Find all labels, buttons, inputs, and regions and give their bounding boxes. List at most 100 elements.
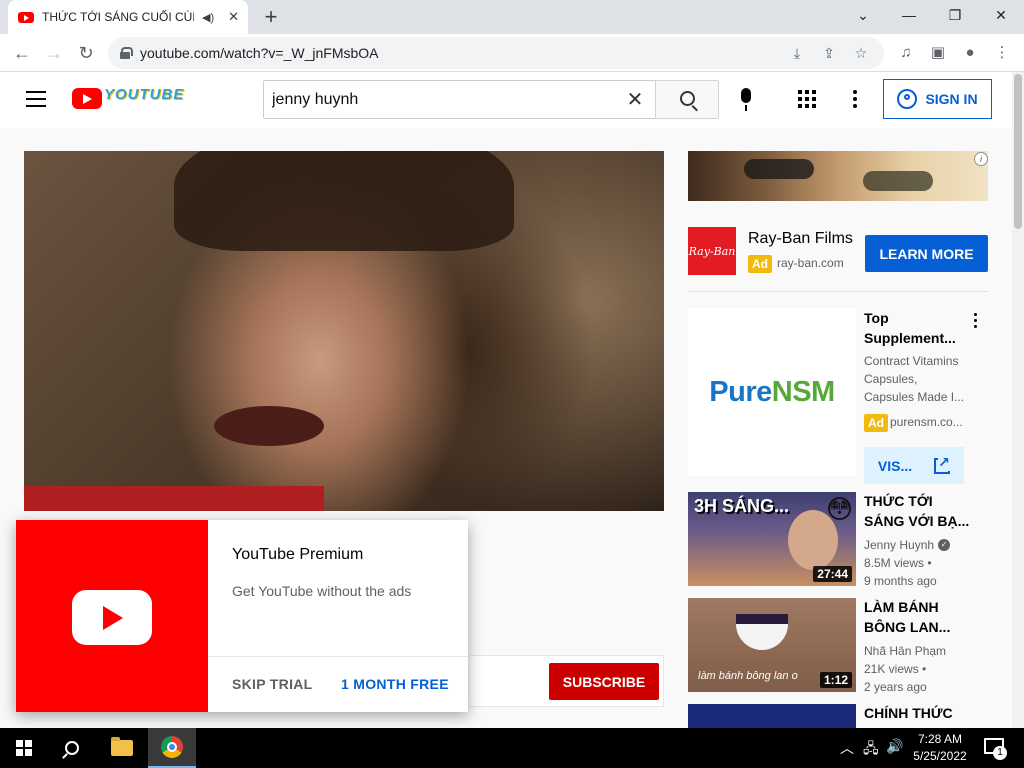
new-tab-button[interactable]: + bbox=[258, 4, 284, 30]
purensm-ad-image[interactable]: Pure NSM bbox=[688, 308, 856, 476]
visit-site-button[interactable]: VIS... bbox=[864, 447, 964, 484]
verified-check-icon: ✓ bbox=[938, 539, 951, 551]
tab-search-icon[interactable]: ⌄ bbox=[840, 0, 886, 30]
side-panel-icon[interactable]: ▣ bbox=[926, 42, 950, 64]
close-window-icon[interactable]: ✕ bbox=[978, 0, 1024, 30]
restore-icon[interactable]: ❐ bbox=[932, 0, 978, 30]
tab-close-icon[interactable]: ✕ bbox=[228, 9, 239, 25]
video-frame-hair bbox=[174, 151, 514, 251]
media-control-icon[interactable]: ♫ bbox=[894, 42, 918, 64]
video-duration: 1:12 bbox=[819, 672, 852, 688]
video-views: 8.5M views • bbox=[864, 556, 932, 570]
youtube-favicon-icon bbox=[18, 11, 34, 23]
page-scrollbar[interactable] bbox=[1012, 72, 1024, 728]
scrollbar-thumb[interactable] bbox=[1014, 74, 1022, 229]
search-box[interactable]: ✕ bbox=[263, 80, 656, 119]
install-app-icon[interactable]: ⤓ bbox=[786, 45, 808, 62]
visit-label: VIS... bbox=[877, 457, 913, 474]
ad-card-description: Contract Vitamins Capsules, Capsules Mad… bbox=[864, 354, 965, 404]
search-input[interactable] bbox=[272, 90, 623, 109]
address-bar[interactable]: youtube.com/watch?v=_W_jnFMsbOA ⤓ ⇪ ☆ bbox=[108, 37, 884, 69]
tab-title: THỨC TỚI SÁNG CUỐI CÙNG bbox=[42, 10, 194, 24]
skip-trial-button[interactable]: SKIP TRIAL bbox=[232, 676, 313, 692]
advertiser-name[interactable]: Ray-Ban Films bbox=[748, 230, 853, 248]
video-thumbnail[interactable]: 3H SÁNG... 😳 27:44 bbox=[688, 492, 856, 586]
forward-icon[interactable]: → bbox=[40, 39, 68, 67]
windows-taskbar: ︿ 🖧 🔊 7:28 AM 5/25/2022 1 bbox=[0, 728, 1024, 768]
search-icon bbox=[680, 91, 695, 106]
start-button[interactable] bbox=[0, 728, 48, 768]
ad-card-menu-icon[interactable] bbox=[974, 313, 978, 329]
section-divider bbox=[688, 291, 988, 292]
channel-name: Jenny Huynh bbox=[864, 538, 935, 552]
hamburger-menu-icon[interactable] bbox=[26, 91, 46, 107]
video-player[interactable] bbox=[24, 151, 664, 511]
taskbar-search-button[interactable] bbox=[48, 728, 96, 768]
ad-badge: Ad bbox=[864, 414, 888, 432]
chrome-icon bbox=[161, 736, 183, 758]
profile-icon[interactable]: ● bbox=[958, 42, 982, 64]
video-title[interactable]: LÀM BÁNH BÔNG LAN... bbox=[864, 597, 974, 637]
browser-menu-icon[interactable]: ⋮ bbox=[990, 42, 1014, 64]
video-frame-shirt bbox=[24, 486, 324, 511]
video-thumbnail[interactable]: làm bánh bông lan o 1:12 bbox=[688, 598, 856, 692]
video-channel[interactable]: Nhã Hân Phạm bbox=[864, 644, 946, 658]
premium-title: YouTube Premium bbox=[232, 546, 364, 563]
share-icon[interactable]: ⇪ bbox=[818, 45, 840, 62]
external-link-icon bbox=[934, 453, 951, 474]
video-age: 2 years ago bbox=[864, 680, 927, 694]
sign-in-label: SIGN IN bbox=[925, 91, 978, 107]
advertiser-domain: ray-ban.com bbox=[777, 256, 844, 270]
network-icon[interactable]: 🖧 bbox=[863, 738, 879, 762]
ad-card-title[interactable]: Top Supplement... bbox=[864, 308, 964, 348]
month-free-button[interactable]: 1 MONTH FREE bbox=[341, 676, 449, 692]
address-url[interactable]: youtube.com/watch?v=_W_jnFMsbOA bbox=[140, 45, 776, 61]
video-title[interactable]: CHÍNH THỨC bbox=[864, 703, 974, 723]
browser-tabstrip: THỨC TỚI SÁNG CUỐI CÙNG ◀) ✕ + ⌄ — ❐ ✕ bbox=[0, 0, 1024, 34]
chrome-taskbar-button[interactable] bbox=[148, 728, 196, 768]
file-explorer-button[interactable] bbox=[98, 728, 146, 768]
bookmark-star-icon[interactable]: ☆ bbox=[850, 45, 872, 62]
ad-badge: Ad bbox=[748, 255, 772, 273]
taskbar-clock[interactable]: 7:28 AM 5/25/2022 bbox=[905, 731, 975, 765]
premium-description: Get YouTube without the ads bbox=[232, 583, 412, 599]
apps-grid-icon[interactable] bbox=[798, 90, 816, 108]
minimize-icon[interactable]: — bbox=[886, 0, 932, 30]
browser-toolbar: ← → ↻ youtube.com/watch?v=_W_jnFMsbOA ⤓ … bbox=[0, 34, 1024, 72]
video-thumbnail[interactable] bbox=[688, 704, 856, 728]
browser-tab-active[interactable]: THỨC TỚI SÁNG CUỐI CÙNG ◀) ✕ bbox=[8, 0, 248, 34]
premium-divider bbox=[208, 656, 468, 657]
youtube-logo-icon[interactable] bbox=[72, 88, 102, 109]
show-hidden-icons-icon[interactable]: ︿ bbox=[840, 738, 854, 758]
rayban-banner-image[interactable] bbox=[688, 151, 988, 201]
rayban-logo[interactable]: Ray-Ban bbox=[688, 227, 736, 275]
premium-logo-panel bbox=[16, 520, 208, 712]
windows-logo-icon bbox=[16, 740, 32, 756]
search-button[interactable] bbox=[655, 80, 719, 119]
search-icon bbox=[65, 741, 79, 755]
settings-kebab-icon[interactable] bbox=[853, 90, 857, 108]
volume-icon[interactable]: 🔊 bbox=[886, 738, 903, 755]
video-channel[interactable]: Jenny Huynh ✓ bbox=[864, 538, 951, 552]
shocked-emoji-icon: 😳 bbox=[826, 494, 854, 524]
microphone-icon[interactable] bbox=[733, 86, 759, 114]
speaker-icon[interactable]: ◀) bbox=[202, 11, 214, 24]
youtube-header: YOUTUBE ✕ SIGN IN bbox=[0, 72, 1012, 128]
ad-card-domain: purensm.co... bbox=[890, 415, 963, 429]
learn-more-button[interactable]: LEARN MORE bbox=[865, 235, 988, 272]
sign-in-button[interactable]: SIGN IN bbox=[883, 79, 992, 119]
subscribe-button[interactable]: SUBSCRIBE bbox=[549, 663, 659, 700]
premium-popup: YouTube Premium Get YouTube without the … bbox=[16, 520, 468, 712]
back-icon[interactable]: ← bbox=[8, 39, 36, 67]
reload-icon[interactable]: ↻ bbox=[72, 39, 100, 67]
video-title[interactable]: THỨC TỚI SÁNG VỚI BẠ... bbox=[864, 491, 974, 531]
clear-search-icon[interactable]: ✕ bbox=[623, 87, 647, 112]
video-frame-mouth bbox=[214, 406, 324, 446]
lock-icon[interactable] bbox=[120, 47, 133, 59]
sunglasses-shape bbox=[744, 159, 814, 179]
user-icon bbox=[897, 89, 918, 109]
thumbnail-bowl bbox=[736, 614, 788, 650]
clock-time: 7:28 AM bbox=[917, 732, 963, 746]
ad-info-icon[interactable]: i bbox=[974, 152, 988, 166]
youtube-doodle[interactable]: YOUTUBE bbox=[104, 86, 184, 103]
